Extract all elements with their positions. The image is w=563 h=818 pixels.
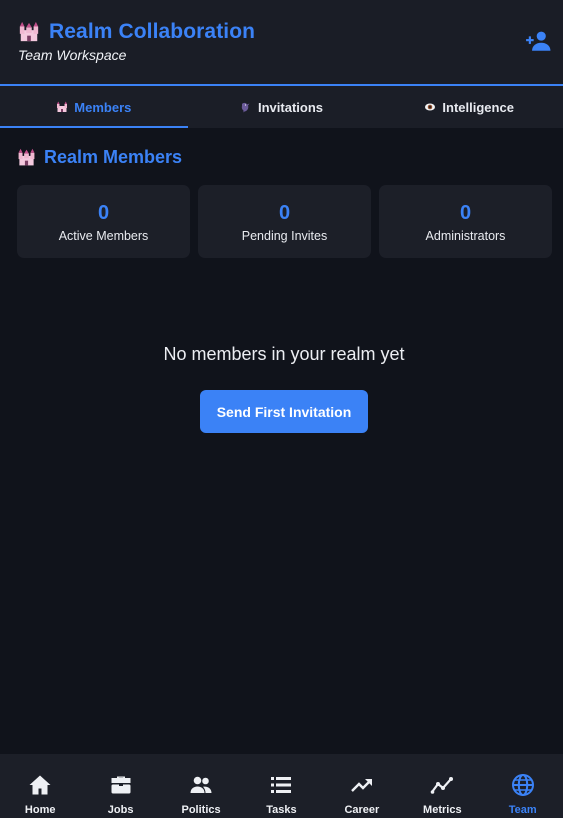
tab-intelligence[interactable]: Intelligence bbox=[375, 86, 563, 128]
empty-state-message: No members in your realm yet bbox=[163, 344, 405, 364]
stat-value: 0 bbox=[278, 201, 291, 224]
globe-icon bbox=[511, 774, 534, 796]
eye-icon bbox=[425, 103, 436, 111]
nav-label: Metrics bbox=[423, 804, 462, 816]
stat-label: Pending Invites bbox=[241, 228, 328, 243]
section-title-text: Realm Members bbox=[44, 147, 183, 167]
people-icon bbox=[190, 776, 212, 793]
stat-value: 0 bbox=[459, 201, 472, 224]
castle-icon bbox=[18, 148, 35, 166]
stat-card-active-members: 0 Active Members bbox=[17, 185, 190, 258]
tab-label: Members bbox=[74, 99, 132, 115]
raven-icon bbox=[241, 102, 250, 113]
nav-item-team[interactable]: Team bbox=[483, 754, 563, 818]
app-title: Realm Collaboration bbox=[49, 20, 256, 43]
list-icon bbox=[271, 777, 292, 793]
nav-item-career[interactable]: Career bbox=[322, 754, 402, 818]
line-chart-icon bbox=[431, 777, 454, 794]
nav-label: Tasks bbox=[266, 804, 297, 816]
stat-label: Active Members bbox=[58, 228, 149, 243]
tab-label: Invitations bbox=[258, 99, 324, 115]
stat-card-administrators: 0 Administrators bbox=[379, 185, 552, 258]
trending-up-icon bbox=[351, 779, 372, 792]
app: Realm Collaboration Team Workspace Membe… bbox=[0, 0, 563, 818]
app-header: Realm Collaboration Team Workspace bbox=[0, 0, 563, 84]
nav-label: Jobs bbox=[107, 804, 134, 816]
send-first-invitation-button[interactable]: Send First Invitation bbox=[200, 390, 368, 433]
nav-label: Home bbox=[24, 804, 56, 816]
briefcase-icon bbox=[111, 776, 131, 794]
home-icon bbox=[29, 775, 51, 795]
nav-item-metrics[interactable]: Metrics bbox=[402, 754, 482, 818]
nav-item-tasks[interactable]: Tasks bbox=[241, 754, 321, 818]
brand: Realm Collaboration bbox=[18, 20, 255, 44]
castle-icon bbox=[57, 101, 68, 112]
tab-invitations[interactable]: Invitations bbox=[188, 86, 376, 128]
nav-label: Team bbox=[508, 804, 537, 816]
tab-members[interactable]: Members bbox=[0, 86, 188, 128]
app-subtitle: Team Workspace bbox=[18, 47, 127, 63]
tab-label: Intelligence bbox=[442, 99, 514, 115]
nav-item-home[interactable]: Home bbox=[0, 754, 80, 818]
stat-value: 0 bbox=[97, 201, 110, 224]
nav-label: Career bbox=[344, 804, 380, 816]
section-title: Realm Members bbox=[17, 147, 182, 168]
bottom-nav: Home Jobs Politics Tasks Career Metrics … bbox=[0, 754, 563, 818]
stat-label: Administrators bbox=[425, 228, 506, 243]
tab-bar: Members Invitations Intelligence bbox=[0, 86, 563, 128]
nav-item-politics[interactable]: Politics bbox=[161, 754, 241, 818]
nav-item-jobs[interactable]: Jobs bbox=[80, 754, 160, 818]
person-add-icon[interactable] bbox=[525, 28, 551, 54]
stats-row: 0 Active Members 0 Pending Invites 0 Adm… bbox=[17, 185, 552, 258]
stat-card-pending-invites: 0 Pending Invites bbox=[198, 185, 371, 258]
castle-icon bbox=[19, 21, 39, 42]
nav-label: Politics bbox=[181, 804, 221, 816]
